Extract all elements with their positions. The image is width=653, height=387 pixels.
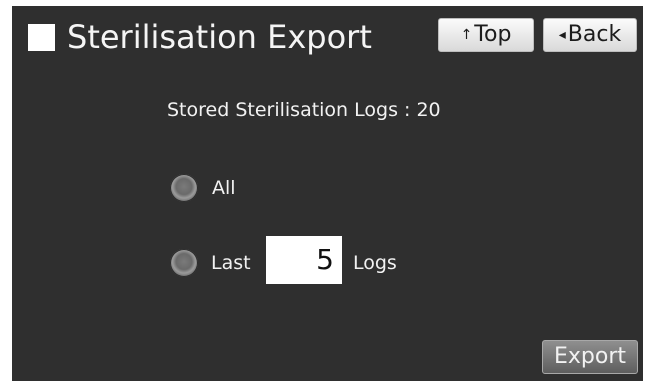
up-arrow-icon: ↑ bbox=[460, 27, 473, 43]
radio-last-label: Last bbox=[211, 252, 251, 274]
back-button-label: Back bbox=[567, 22, 622, 47]
last-logs-count-input[interactable]: 5 bbox=[266, 236, 342, 284]
export-button[interactable]: Export bbox=[542, 340, 638, 374]
logs-label: Logs bbox=[353, 252, 397, 274]
title-square-icon bbox=[28, 24, 55, 51]
page-title: Sterilisation Export bbox=[67, 18, 372, 56]
top-button-label: Top bbox=[474, 22, 512, 47]
radio-last[interactable] bbox=[170, 249, 198, 277]
export-screen: Sterilisation Export ↑ Top ◂ Back Stored… bbox=[12, 6, 643, 381]
radio-all[interactable] bbox=[170, 174, 198, 202]
radio-all-label: All bbox=[212, 177, 236, 199]
left-triangle-icon: ◂ bbox=[558, 27, 566, 43]
stored-logs-count: Stored Sterilisation Logs : 20 bbox=[167, 99, 441, 121]
back-button[interactable]: ◂ Back bbox=[543, 18, 637, 52]
top-button[interactable]: ↑ Top bbox=[438, 18, 534, 52]
